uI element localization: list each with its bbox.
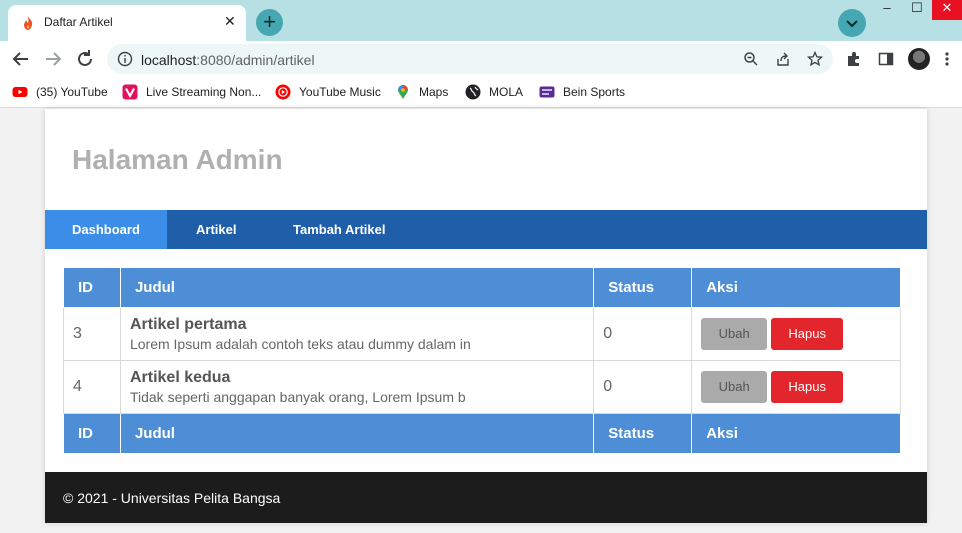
cell-aksi: Ubah Hapus bbox=[691, 360, 901, 414]
articles-table: ID Judul Status Aksi 3 Artikel pertama L… bbox=[63, 267, 901, 454]
url-text[interactable]: localhost:8080/admin/artikel bbox=[141, 52, 315, 68]
column-footer-status: Status bbox=[593, 413, 693, 454]
edit-button[interactable]: Ubah bbox=[701, 371, 768, 403]
bookmark-label: Maps bbox=[419, 85, 449, 99]
maximize-button[interactable]: ☐ bbox=[902, 0, 932, 20]
bookmark-bein-sports[interactable]: Bein Sports bbox=[539, 83, 625, 101]
youtube-icon bbox=[12, 87, 28, 97]
extensions-puzzle-icon[interactable] bbox=[845, 50, 863, 68]
address-bar[interactable]: localhost:8080/admin/artikel bbox=[107, 44, 833, 74]
chevron-down-icon bbox=[846, 20, 858, 28]
bein-sports-icon bbox=[539, 86, 555, 98]
url-path: :8080/admin/artikel bbox=[196, 52, 315, 68]
main-nav: Dashboard Artikel Tambah Artikel bbox=[45, 210, 927, 249]
bookmark-maps[interactable]: Maps bbox=[395, 83, 448, 101]
close-window-button[interactable]: ✕ bbox=[932, 0, 962, 20]
nav-tambah-artikel[interactable]: Tambah Artikel bbox=[266, 210, 412, 249]
more-menu-icon[interactable] bbox=[938, 50, 956, 68]
page-viewport: Halaman Admin Dashboard Artikel Tambah A… bbox=[0, 109, 962, 533]
bookmark-youtube-music[interactable]: YouTube Music bbox=[275, 83, 381, 101]
tab-close-icon[interactable]: ✕ bbox=[224, 13, 236, 30]
flame-favicon-icon bbox=[20, 15, 36, 31]
forward-arrow-icon[interactable] bbox=[42, 48, 64, 70]
cell-status: 0 bbox=[593, 360, 693, 414]
footer-copyright: © 2021 - Universitas Pelita Bangsa bbox=[63, 490, 281, 506]
table-row: 3 Artikel pertama Lorem Ipsum adalah con… bbox=[63, 307, 901, 361]
bookmark-vidio[interactable]: Live Streaming Non... bbox=[122, 83, 261, 101]
bookmark-label: Bein Sports bbox=[563, 85, 626, 99]
bookmark-label: (35) YouTube bbox=[36, 85, 108, 99]
browser-toolbar: localhost:8080/admin/artikel bbox=[0, 41, 962, 77]
cell-aksi: Ubah Hapus bbox=[691, 307, 901, 361]
reload-icon[interactable] bbox=[74, 48, 96, 70]
share-icon[interactable] bbox=[775, 51, 791, 67]
bookmark-label: YouTube Music bbox=[299, 85, 381, 99]
tab-search-button[interactable] bbox=[838, 9, 866, 37]
cell-id: 4 bbox=[63, 360, 121, 414]
column-footer-judul: Judul bbox=[119, 413, 595, 454]
cell-status: 0 bbox=[593, 307, 693, 361]
delete-button[interactable]: Hapus bbox=[771, 371, 844, 403]
tab-title: Daftar Artikel bbox=[44, 15, 113, 29]
column-header-aksi: Aksi bbox=[691, 267, 901, 308]
mola-globe-icon bbox=[465, 84, 481, 100]
article-excerpt: Lorem Ipsum adalah contoh teks atau dumm… bbox=[129, 336, 471, 352]
maps-pin-icon bbox=[398, 85, 408, 99]
site-info-icon[interactable] bbox=[117, 51, 133, 67]
column-header-judul: Judul bbox=[119, 267, 595, 308]
vidio-icon bbox=[122, 84, 138, 100]
nav-dashboard[interactable]: Dashboard bbox=[45, 210, 167, 249]
edit-button[interactable]: Ubah bbox=[701, 318, 768, 350]
bookmark-label: MOLA bbox=[489, 85, 524, 99]
bookmark-mola[interactable]: MOLA bbox=[465, 83, 523, 101]
nav-artikel[interactable]: Artikel bbox=[169, 210, 263, 249]
table-row: 4 Artikel kedua Tidak seperti anggapan b… bbox=[63, 360, 901, 414]
article-excerpt: Tidak seperti anggapan banyak orang, Lor… bbox=[129, 389, 466, 405]
back-arrow-icon[interactable] bbox=[10, 48, 32, 70]
cell-judul: Artikel kedua Tidak seperti anggapan ban… bbox=[119, 360, 595, 414]
column-footer-aksi: Aksi bbox=[691, 413, 901, 454]
table-header-row: ID Judul Status Aksi bbox=[63, 267, 901, 308]
url-host: localhost bbox=[141, 52, 197, 68]
zoom-icon[interactable] bbox=[743, 51, 759, 67]
cell-id: 3 bbox=[63, 307, 121, 361]
article-title: Artikel pertama bbox=[129, 316, 247, 333]
column-footer-id: ID bbox=[63, 413, 121, 454]
browser-tab[interactable]: Daftar Artikel ✕ bbox=[8, 5, 246, 41]
table-footer-row: ID Judul Status Aksi bbox=[63, 413, 901, 454]
column-header-id: ID bbox=[63, 267, 121, 308]
admin-container: Halaman Admin Dashboard Artikel Tambah A… bbox=[45, 109, 927, 523]
youtube-music-icon bbox=[275, 84, 291, 100]
page-title: Halaman Admin bbox=[72, 144, 283, 175]
browser-title-bar: Daftar Artikel ✕ + – ☐ ✕ bbox=[0, 0, 962, 41]
article-title: Artikel kedua bbox=[129, 369, 231, 386]
bookmark-label: Live Streaming Non... bbox=[146, 85, 262, 99]
minimize-button[interactable]: – bbox=[872, 0, 902, 20]
profile-avatar[interactable] bbox=[908, 48, 930, 70]
side-panel-icon[interactable] bbox=[877, 50, 895, 68]
page-footer: © 2021 - Universitas Pelita Bangsa bbox=[45, 472, 927, 523]
column-header-status: Status bbox=[593, 267, 693, 308]
bookmark-youtube[interactable]: (35) YouTube bbox=[12, 83, 108, 101]
new-tab-button[interactable]: + bbox=[256, 9, 283, 36]
bookmark-star-icon[interactable] bbox=[807, 51, 823, 67]
delete-button[interactable]: Hapus bbox=[771, 318, 844, 350]
bookmarks-bar: (35) YouTube Live Streaming Non... YouTu… bbox=[0, 77, 962, 108]
cell-judul: Artikel pertama Lorem Ipsum adalah conto… bbox=[119, 307, 595, 361]
